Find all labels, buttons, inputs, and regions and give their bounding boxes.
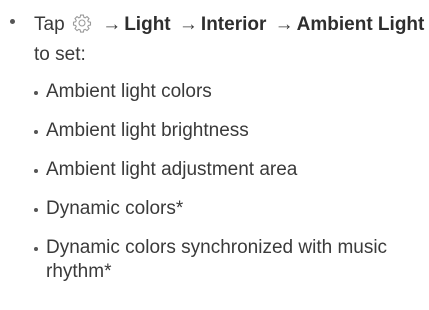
document: Tap → Light → Interior → Ambient Light to s… (0, 0, 429, 310)
list-item-text: Dynamic colors* (46, 198, 184, 219)
sub-bullet-dot (34, 169, 38, 173)
gear-icon (72, 14, 91, 33)
list-item-text: Ambient light colors (46, 81, 212, 102)
arrow-3: → (274, 14, 294, 35)
instruction-text: Tap → Light → Interior → Ambient Light to s… (34, 10, 429, 70)
arrow-2: → (178, 14, 198, 35)
step-ambient-light: Ambient Light (296, 14, 425, 35)
list-item-text: Ambient light brightness (46, 120, 249, 141)
sub-bullet-dot (34, 208, 38, 212)
arrow-1: → (102, 14, 122, 35)
sub-bullet-dot (34, 130, 38, 134)
step-light: Light (124, 14, 171, 35)
instruction-suffix: to set: (34, 44, 86, 65)
list-item-text: Ambient light adjustment area (46, 159, 298, 180)
sub-bullet-dot (34, 247, 38, 251)
bullet-dot (10, 19, 15, 24)
list-item-text: Dynamic colors synchronized with music r… (46, 237, 388, 282)
step-interior: Interior (200, 14, 267, 35)
instruction-prefix: Tap (34, 14, 65, 35)
sub-bullet-dot (34, 91, 38, 95)
